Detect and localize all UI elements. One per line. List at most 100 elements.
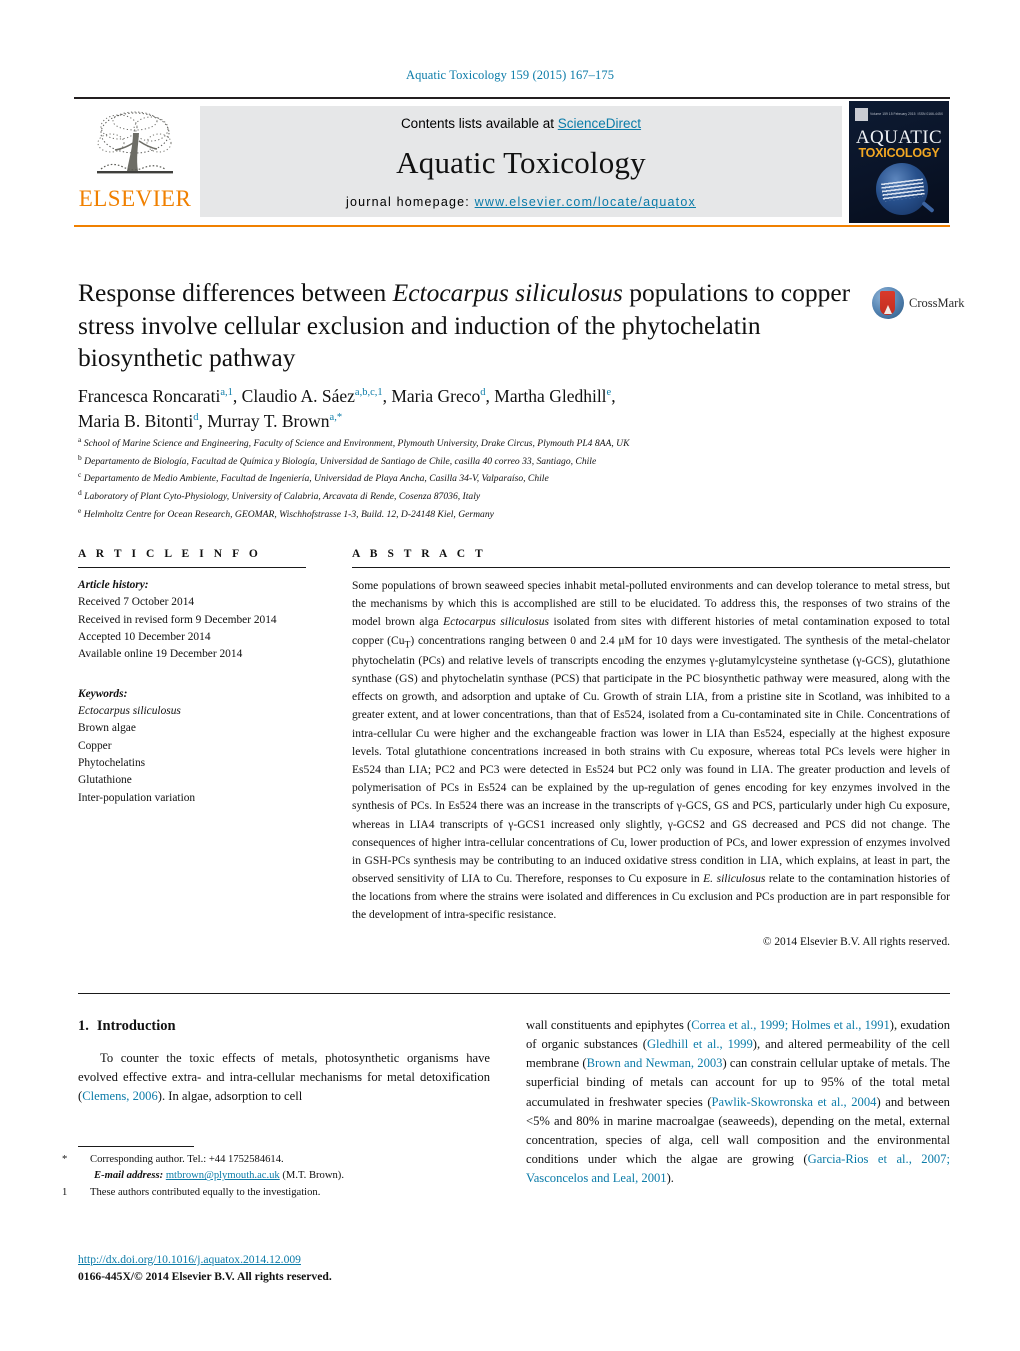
author-name: Francesca Roncarati: [78, 386, 221, 406]
journal-homepage-link[interactable]: www.elsevier.com/locate/aquatox: [475, 195, 696, 209]
page-title: Response differences between Ectocarpus …: [78, 277, 868, 375]
journal-masthead: ELSEVIER Contents lists available at Sci…: [74, 97, 950, 227]
text-run: ). In algae, adsorption to cell: [157, 1089, 303, 1104]
section-divider: [78, 993, 950, 994]
author-entry: Maria B. Bitontid,: [78, 411, 207, 431]
crossmark-label: CrossMark: [909, 295, 965, 310]
italic-run: Ectocarpus siliculosus: [443, 616, 550, 629]
citation-link[interactable]: Clemens, 2006: [82, 1089, 158, 1103]
article-info-column: A R T I C L E I N F O Article history: R…: [78, 548, 306, 807]
title-area: Response differences between Ectocarpus …: [78, 277, 868, 375]
author-name: Murray T. Brown: [207, 410, 330, 431]
cover-magnifier-icon: [876, 163, 928, 215]
author-entry: Claudio A. Sáeza,b,c,1,: [242, 386, 392, 406]
contents-available-line: Contents lists available at ScienceDirec…: [401, 116, 641, 131]
footnote-corresponding-author: * Corresponding author. Tel.: +44 1752584…: [62, 1152, 498, 1168]
author-entry: Murray T. Browna,*: [207, 411, 342, 431]
article-history-label: Article history:: [78, 579, 149, 591]
text-run: wall constituents and epiphytes (: [526, 1018, 692, 1032]
cover-topbar: Volume 159 15 February 2015 ISSN 0166-44…: [855, 107, 943, 122]
author-name: Claudio A. Sáez: [241, 386, 355, 406]
introduction-paragraph-left: To counter the toxic effects of metals, …: [78, 1049, 490, 1106]
copyright-line: © 2014 Elsevier B.V. All rights reserved…: [762, 935, 950, 948]
cover-magnifier-handle-icon: [921, 200, 935, 214]
affiliation-item: a School of Marine Science and Engineeri…: [78, 434, 908, 452]
author-entry: Maria Grecod,: [391, 386, 494, 406]
section-title: Introduction: [96, 1018, 176, 1034]
author-name: Maria Greco: [391, 386, 481, 406]
sciencedirect-link[interactable]: ScienceDirect: [558, 116, 641, 131]
introduction-column-left: 1. Introduction To counter the toxic effe…: [78, 1018, 490, 1106]
journal-article-page: Aquatic Toxicology 159 (2015) 167–175 EL…: [0, 0, 1020, 1351]
journal-band: Contents lists available at ScienceDirec…: [200, 106, 842, 217]
issn-copyright-line: 0166-445X/© 2014 Elsevier B.V. All right…: [78, 1270, 332, 1284]
email-label: E-mail address:: [94, 1170, 164, 1182]
footnote-marker: *: [62, 1154, 68, 1165]
affiliation-mark: e: [78, 505, 82, 515]
journal-cover-thumbnail: Volume 159 15 February 2015 ISSN 0166-44…: [842, 99, 950, 225]
article-history-block: Article history: Received 7 October 2014…: [78, 577, 306, 664]
footnote-divider: [78, 1146, 194, 1147]
contents-prefix: Contents lists available at: [400, 116, 558, 131]
keyword-item: Glutathione: [78, 774, 132, 787]
crossmark-badge[interactable]: CrossMark: [872, 286, 965, 320]
cover-issn-text: ISSN 0166-445X: [917, 112, 943, 117]
cover-title-bottom: TOXICOLOGY: [858, 146, 940, 160]
author-separator: ,: [232, 386, 242, 406]
author-separator: ,: [485, 386, 495, 406]
author-list: Francesca Roncaratia,1, Claudio A. Sáeza…: [78, 384, 878, 434]
footnote-marker: 1: [62, 1186, 68, 1198]
keyword-item: Phytochelatins: [78, 756, 146, 769]
abstract-heading: A B S T R A C T: [352, 548, 487, 560]
keywords-block: Keywords: Ectocarpus siliculosus Brown a…: [78, 686, 306, 807]
keyword-item: Ectocarpus siliculosus: [78, 704, 181, 717]
affiliation-mark: a: [78, 435, 82, 444]
article-history-item: Available online 19 December 2014: [78, 648, 243, 661]
footnote-equal-contribution: 1 These authors contributed equally to th…: [62, 1185, 498, 1201]
abstract-divider: [352, 567, 950, 568]
elsevier-logo: ELSEVIER: [74, 99, 196, 225]
author-affil-marks: a,b,c,1: [354, 387, 383, 399]
text-run: ).: [666, 1171, 674, 1186]
footnote-email: E-mail address: mtbrown@plymouth.ac.uk (…: [78, 1168, 498, 1184]
affiliation-item: b Departamento de Biología, Facultad de …: [78, 452, 908, 470]
author-affil-marks: a,1: [220, 387, 233, 399]
author-entry: Martha Gledhille,: [494, 386, 615, 406]
title-segment-1: Response differences between: [78, 278, 393, 307]
introduction-column-right: wall constituents and epiphytes (Correa …: [526, 1016, 950, 1188]
elsevier-wordmark: ELSEVIER: [78, 186, 192, 211]
text-run: ) concentrations ranging between 0 and 2…: [352, 634, 951, 886]
email-owner: (M.T. Brown).: [282, 1170, 344, 1182]
keyword-item: Brown algae: [78, 722, 136, 735]
cover-title-top: AQUATIC: [855, 127, 943, 148]
affiliation-mark: b: [78, 452, 82, 462]
author-entry: Francesca Roncaratia,1,: [78, 386, 242, 406]
keyword-item: Copper: [78, 739, 112, 752]
citation-link[interactable]: Pawlik-Skowronska et al., 2004: [712, 1095, 877, 1109]
author-separator: ,: [198, 410, 208, 431]
affiliation-mark: d: [78, 488, 82, 498]
doi-block: http://dx.doi.org/10.1016/j.aquatox.2014…: [78, 1251, 538, 1286]
author-separator: ,: [611, 386, 616, 406]
article-history-item: Received in revised form 9 December 2014: [78, 613, 277, 626]
footnote-text: Corresponding author. Tel.: +44 17525846…: [90, 1154, 284, 1165]
citation-link[interactable]: Gledhill et al., 1999: [647, 1037, 753, 1051]
author-name: Maria B. Bitonti: [78, 410, 194, 431]
article-info-divider: [78, 567, 306, 568]
article-history-item: Accepted 10 December 2014: [78, 630, 211, 643]
crossmark-icon: [872, 287, 904, 319]
article-info-heading: A R T I C L E I N F O: [78, 548, 262, 560]
journal-cover-image: Volume 159 15 February 2015 ISSN 0166-44…: [849, 101, 949, 223]
affiliation-item: c Departamento de Medio Ambiente, Facult…: [78, 469, 908, 487]
homepage-prefix: journal homepage:: [346, 195, 475, 209]
introduction-paragraph-right: wall constituents and epiphytes (Correa …: [526, 1016, 950, 1188]
doi-link[interactable]: http://dx.doi.org/10.1016/j.aquatox.2014…: [78, 1253, 301, 1266]
author-affil-marks: a,*: [329, 412, 343, 424]
citation-link[interactable]: Brown and Newman, 2003: [587, 1056, 723, 1070]
running-head: Aquatic Toxicology 159 (2015) 167–175: [405, 68, 615, 82]
citation-link[interactable]: Correa et al., 1999; Holmes et al., 1991: [691, 1018, 890, 1032]
journal-homepage-line: journal homepage: www.elsevier.com/locat…: [346, 195, 696, 209]
elsevier-tree-icon: [89, 107, 181, 185]
email-link[interactable]: mtbrown@plymouth.ac.uk: [166, 1170, 280, 1181]
author-name: Martha Gledhill: [494, 386, 607, 406]
